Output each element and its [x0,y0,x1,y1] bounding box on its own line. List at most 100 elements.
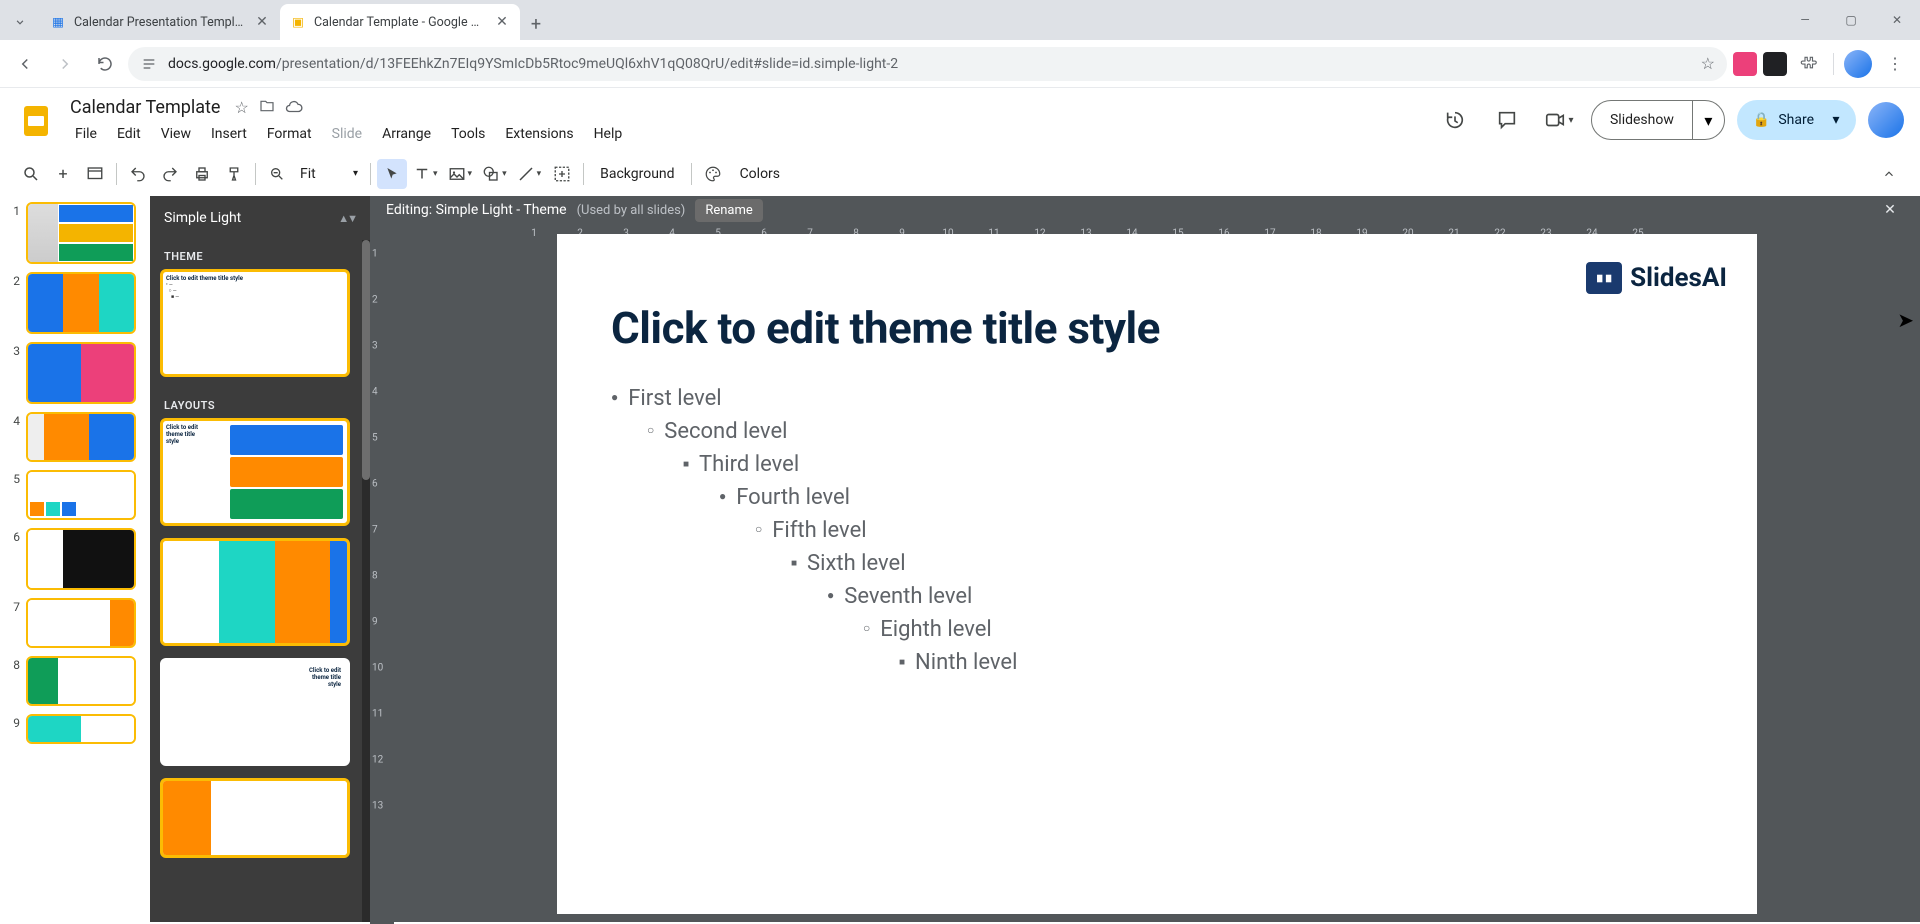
slideshow-button-group: Slideshow ▾ [1591,100,1725,140]
close-theme-editor-button[interactable]: ✕ [1876,196,1904,224]
theme-body-placeholder[interactable]: First level Second level Third level Fou… [611,382,1017,679]
slide-thumb-2[interactable] [26,272,136,334]
menu-arrange[interactable]: Arrange [373,122,440,146]
layout-thumb-2[interactable] [160,538,350,646]
menu-edit[interactable]: Edit [108,122,150,146]
slide-thumb-1[interactable] [26,202,136,264]
paint-format-button[interactable] [219,159,249,189]
layout-thumb-3[interactable]: Click to edittheme titlestyle [160,658,350,766]
separator [255,163,256,185]
version-history-icon[interactable] [1435,100,1475,140]
colors-palette-icon [698,159,728,189]
profile-avatar[interactable] [1844,50,1872,78]
browser-tab-2[interactable]: ▣ Calendar Template - Google Slides ✕ [280,4,520,40]
bookmark-star-icon[interactable]: ☆ [1701,54,1715,73]
maximize-button[interactable]: ▢ [1828,0,1874,40]
new-tab-button[interactable]: + [520,8,552,40]
slide-thumb-3[interactable] [26,342,136,404]
star-icon[interactable]: ☆ [234,98,248,117]
print-button[interactable] [187,159,217,189]
layout-thumb-1[interactable]: Click to edittheme titlestyle [160,418,350,526]
theme-scrollbar-thumb[interactable] [362,240,370,480]
slide-thumb-7[interactable] [26,598,136,648]
shape-tool[interactable]: ▾ [478,159,511,189]
layout-thumb-4[interactable] [160,778,350,858]
menu-view[interactable]: View [152,122,200,146]
tab-title: Calendar Presentation Template [74,15,246,30]
back-button[interactable] [8,47,42,81]
extension-2-icon[interactable] [1763,52,1787,76]
theme-master-thumb[interactable]: Click to edit theme title style• — ○ — ■… [160,269,350,377]
reload-button[interactable] [88,47,122,81]
menu-file[interactable]: File [66,122,106,146]
browser-tab-1[interactable]: ▦ Calendar Presentation Template ✕ [40,4,280,40]
slide-thumb-9[interactable] [26,714,136,744]
slide-number: 8 [8,656,20,672]
move-icon[interactable] [259,98,275,117]
theme-select-header[interactable]: Simple Light ▲▼ [150,196,370,240]
site-info-icon[interactable] [140,55,158,73]
slideshow-button[interactable]: Slideshow [1592,101,1692,139]
slide-thumb-6[interactable] [26,528,136,590]
layout-button[interactable] [80,159,110,189]
extensions-puzzle-icon[interactable] [1793,49,1823,79]
placeholder-tool[interactable] [547,159,577,189]
theme-name: Simple Light [164,210,241,226]
cloud-status-icon[interactable] [285,98,303,117]
collapse-toolbar-button[interactable] [1874,159,1904,189]
chrome-menu-button[interactable]: ⋮ [1878,47,1912,81]
account-avatar[interactable] [1868,102,1904,138]
new-slide-button[interactable]: + [48,159,78,189]
browser-toolbar: docs.google.com/presentation/d/13FEEhkZn… [0,40,1920,88]
forward-button[interactable] [48,47,82,81]
background-button[interactable]: Background [590,166,684,182]
slide-thumb-4[interactable] [26,412,136,462]
used-by-label: (Used by all slides) [577,203,686,218]
meet-icon[interactable]: ▾ [1539,100,1579,140]
menu-extensions[interactable]: Extensions [496,122,582,146]
slide-number: 1 [8,202,20,218]
main-area: 1 2 3 4 5 6 7 8 9 Simple Light ▲▼ THEME … [0,196,1920,922]
extension-1-icon[interactable] [1733,52,1757,76]
menu-tools[interactable]: Tools [442,122,494,146]
slide-number: 3 [8,342,20,358]
search-tool[interactable] [16,159,46,189]
zoom-select[interactable]: Fit▾ [294,160,364,188]
colors-button[interactable]: Colors [730,166,790,182]
menu-format[interactable]: Format [258,122,321,146]
theme-switch-arrows-icon[interactable]: ▲▼ [338,212,356,225]
slide-thumb-5[interactable] [26,470,136,520]
slide-canvas[interactable]: ∎∎ SlidesAI Click to edit theme title st… [557,234,1757,914]
zoom-out-icon[interactable] [262,159,292,189]
undo-button[interactable] [123,159,153,189]
filmstrip[interactable]: 1 2 3 4 5 6 7 8 9 [0,196,150,922]
tab-close-icon[interactable]: ✕ [254,14,270,30]
document-title[interactable]: Calendar Template [66,95,224,120]
share-button[interactable]: 🔒 Share ▾ [1737,100,1856,140]
minimize-button[interactable]: — [1782,0,1828,40]
slide-thumb-8[interactable] [26,656,136,706]
theme-scrollbar[interactable] [362,240,370,922]
slides-logo-icon[interactable] [16,100,56,140]
slideshow-dropdown[interactable]: ▾ [1692,101,1724,139]
theme-title-placeholder[interactable]: Click to edit theme title style [611,302,1160,354]
slide-number: 2 [8,272,20,288]
vertical-ruler[interactable]: 12345678910111213 [370,224,394,924]
image-tool[interactable]: ▾ [444,159,477,189]
line-tool[interactable]: ▾ [513,159,546,189]
close-window-button[interactable]: ✕ [1874,0,1920,40]
menu-insert[interactable]: Insert [202,122,256,146]
comments-icon[interactable] [1487,100,1527,140]
address-bar[interactable]: docs.google.com/presentation/d/13FEEhkZn… [128,47,1727,81]
canvas-area[interactable]: ∎∎ SlidesAI Click to edit theme title st… [394,224,1920,924]
menu-slide[interactable]: Slide [323,122,371,146]
redo-button[interactable] [155,159,185,189]
tab-search-dropdown[interactable] [0,4,40,40]
docs-header: Calendar Template ☆ File Edit View Inser… [0,88,1920,152]
rename-button[interactable]: Rename [695,199,762,222]
tab-close-icon[interactable]: ✕ [494,14,510,30]
menu-help[interactable]: Help [585,122,632,146]
share-dropdown-icon[interactable]: ▾ [1822,112,1850,128]
select-tool[interactable] [377,159,407,189]
textbox-tool[interactable]: ▾ [409,159,442,189]
